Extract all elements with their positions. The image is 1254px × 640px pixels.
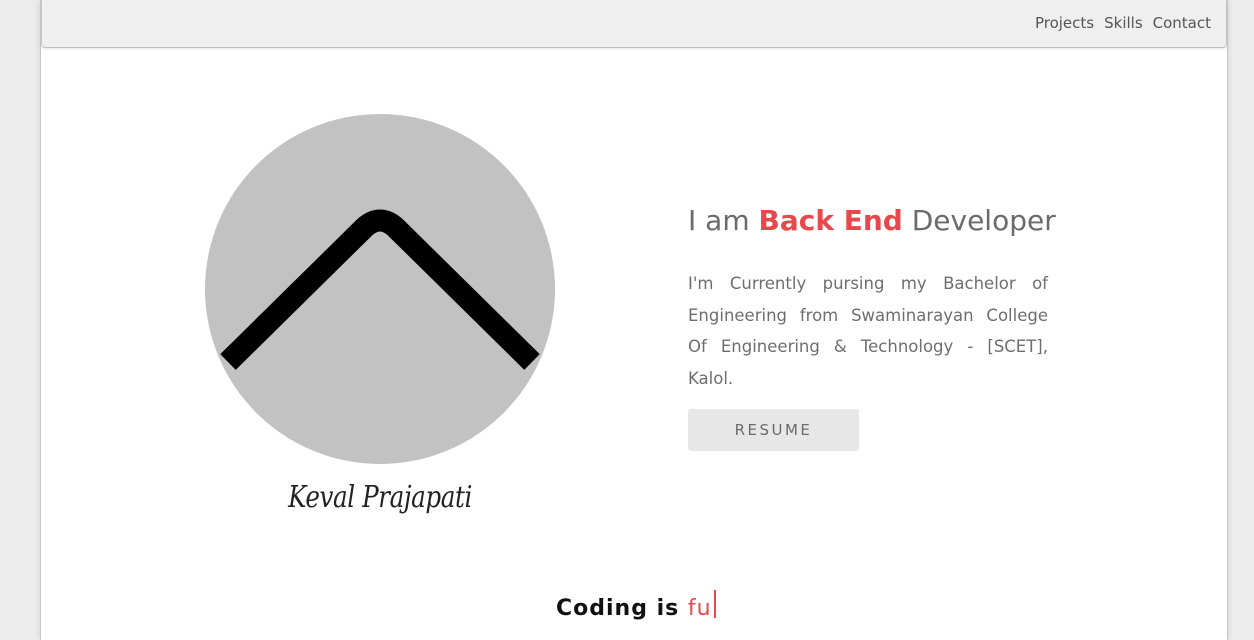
typing-cursor bbox=[713, 590, 716, 618]
headline: I am Back End Developer bbox=[688, 204, 1056, 237]
avatar-circle bbox=[205, 114, 555, 464]
headline-suffix: Developer bbox=[902, 204, 1056, 237]
avatar bbox=[205, 114, 555, 464]
page-frame: Projects Skills Contact Keval Prajapati … bbox=[40, 0, 1228, 640]
nav-link-contact[interactable]: Contact bbox=[1153, 14, 1211, 32]
headline-prefix: I am bbox=[688, 204, 759, 237]
tagline-static: Coding is bbox=[556, 596, 688, 621]
coding-tagline: Coding is fu bbox=[556, 590, 716, 621]
bio-text: I'm Currently pursing my Bachelor of Eng… bbox=[688, 274, 1048, 388]
profile-name: Keval Prajapati bbox=[288, 480, 472, 515]
headline-role: Back End bbox=[758, 204, 903, 237]
resume-button[interactable]: RESUME bbox=[688, 409, 859, 451]
nav-link-skills[interactable]: Skills bbox=[1104, 14, 1143, 32]
tagline-typed: fu bbox=[687, 596, 712, 621]
nav-links: Projects Skills Contact bbox=[1035, 14, 1211, 32]
navbar: Projects Skills Contact bbox=[41, 0, 1227, 48]
nav-link-projects[interactable]: Projects bbox=[1035, 14, 1094, 32]
